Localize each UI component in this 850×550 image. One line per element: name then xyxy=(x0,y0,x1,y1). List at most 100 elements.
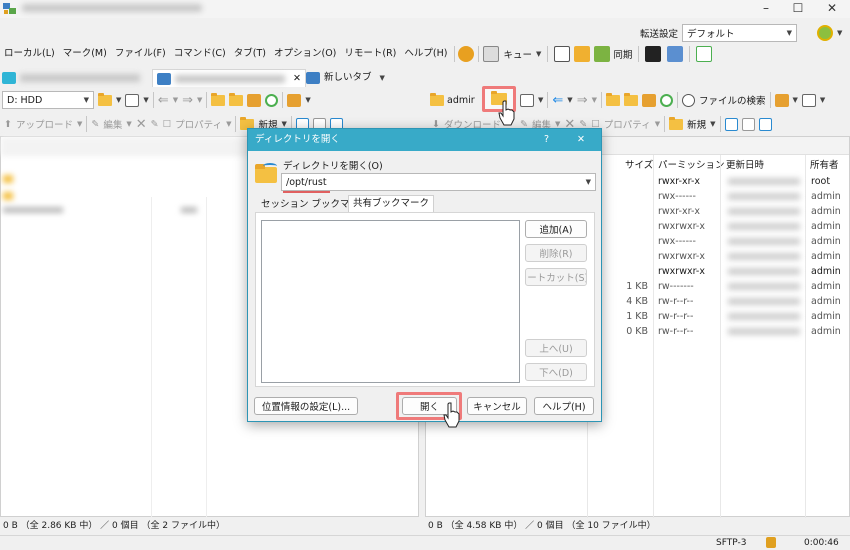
separator xyxy=(282,92,284,108)
column-modified[interactable]: 更新日時 xyxy=(726,157,764,171)
terminal-icon[interactable] xyxy=(645,46,662,62)
menu-help[interactable]: ヘルプ(H) xyxy=(400,44,451,64)
menu-options[interactable]: オプション(O) xyxy=(270,44,340,64)
search-icon[interactable] xyxy=(681,93,695,107)
window-title-blurred xyxy=(22,4,202,12)
column-size[interactable]: サイズ xyxy=(625,157,653,171)
refresh-icon[interactable] xyxy=(265,93,279,107)
right-toolbar-1: admir xyxy=(430,89,482,111)
new-folder-icon[interactable] xyxy=(669,116,684,130)
bookmark-list[interactable] xyxy=(261,220,520,383)
refresh-icon[interactable] xyxy=(659,93,673,107)
tree-icon[interactable] xyxy=(287,93,302,107)
upload-icon[interactable]: ⬆ xyxy=(4,119,12,130)
help-button[interactable]: ヘルプ(H) xyxy=(534,397,594,415)
cell-permissions: rwxrwxr-x xyxy=(658,221,705,232)
minimize-button[interactable]: – xyxy=(756,1,776,15)
separator xyxy=(638,46,640,62)
new-label[interactable]: 新規 xyxy=(687,117,706,131)
filter-icon[interactable] xyxy=(125,93,140,107)
menu-remote[interactable]: リモート(R) xyxy=(340,44,400,64)
separator xyxy=(676,92,678,108)
properties-label[interactable]: プロパティ xyxy=(175,117,222,131)
chevron-down-icon[interactable]: ▼ xyxy=(380,69,385,87)
root-folder-icon[interactable] xyxy=(623,92,638,106)
cancel-button[interactable]: キャンセル xyxy=(467,397,527,415)
tab-local[interactable] xyxy=(2,69,140,87)
rename-icon[interactable]: ✎ xyxy=(151,119,159,130)
parent-folder-icon[interactable] xyxy=(605,92,620,106)
directory-path-input[interactable]: /opt/rust ▼ xyxy=(281,173,596,191)
menu-file[interactable]: ファイル(F) xyxy=(111,44,170,64)
queue-label[interactable]: キュー xyxy=(503,47,532,61)
bottom-status-bar: SFTP-3 0:00:46 xyxy=(0,535,850,550)
right-toolbar-1b: ▼ ⇐ ▼ ⇒ ▼ ファイルの検索 ▼ ▼ xyxy=(520,89,825,111)
upload-label[interactable]: アップロード xyxy=(16,117,73,131)
cell-owner: root xyxy=(811,176,831,187)
transfer-label: 転送設定 xyxy=(640,29,679,40)
drive-select[interactable]: D: HDD ▼ xyxy=(2,91,94,109)
tree-icon[interactable] xyxy=(774,93,789,107)
gear-icon[interactable] xyxy=(458,46,475,62)
menu-mark[interactable]: マーク(M) xyxy=(59,44,111,64)
root-folder-icon[interactable] xyxy=(229,92,244,106)
menu-local[interactable]: ローカル(L) xyxy=(0,44,59,64)
dialog-close-button[interactable]: ✕ xyxy=(577,129,585,151)
dialog-help-button[interactable]: ? xyxy=(544,129,549,151)
folder-tab-icon xyxy=(2,72,16,84)
parent-folder-icon[interactable] xyxy=(211,92,226,106)
properties-icon[interactable]: ☐ xyxy=(163,119,172,130)
move-up-button[interactable]: 上へ(U) xyxy=(525,339,587,357)
transfer-settings-select[interactable]: デフォルト ▼ xyxy=(682,24,798,42)
chevron-down-icon[interactable]: ▼ xyxy=(837,29,842,37)
compare-icon[interactable] xyxy=(554,46,571,62)
delete-bookmark-button[interactable]: 削除(R) xyxy=(525,244,587,262)
back-icon[interactable]: ⇐ xyxy=(552,93,563,108)
lock-icon xyxy=(766,537,776,548)
queue-icon[interactable] xyxy=(483,46,500,62)
menu-command[interactable]: コマンド(C) xyxy=(170,44,230,64)
move-down-button[interactable]: 下へ(D) xyxy=(525,363,587,381)
open-directory-dialog: ディレクトリを開く ? ✕ ディレクトリを開く(O) /opt/rust ▼ セ… xyxy=(247,128,602,422)
tab-new[interactable]: 新しいタブ ▼ xyxy=(306,69,385,87)
forward-icon[interactable]: ⇒ xyxy=(577,93,588,108)
path-underline-annotation xyxy=(283,191,330,193)
view-icon[interactable] xyxy=(801,93,816,107)
edit-icon[interactable]: ✎ xyxy=(91,119,99,130)
location-settings-button[interactable]: 位置情報の設定(L)... xyxy=(254,397,358,415)
sync-label[interactable]: 同期 xyxy=(613,47,632,61)
maximize-button[interactable]: ☐ xyxy=(788,1,808,15)
chevron-down-icon[interactable]: ▼ xyxy=(536,50,541,58)
close-tab-icon[interactable]: ✕ xyxy=(293,70,301,88)
home-icon[interactable] xyxy=(247,93,262,107)
column-owner[interactable]: 所有者 xyxy=(810,157,839,171)
remote-path[interactable]: admir xyxy=(430,92,482,106)
sync-browse-icon[interactable] xyxy=(574,46,591,62)
putty-icon[interactable] xyxy=(667,46,684,62)
back-icon[interactable]: ⇐ xyxy=(158,93,169,108)
open-folder-icon[interactable] xyxy=(98,92,112,106)
forward-icon[interactable]: ⇒ xyxy=(182,93,193,108)
refresh-icon[interactable] xyxy=(696,46,713,62)
home-icon[interactable] xyxy=(641,93,656,107)
chevron-down-icon[interactable]: ▼ xyxy=(586,178,591,186)
column-permissions[interactable]: パーミッション xyxy=(658,157,725,171)
sync-icon[interactable] xyxy=(594,46,611,62)
close-window-button[interactable]: ✕ xyxy=(822,1,842,15)
minus-icon[interactable] xyxy=(741,117,755,131)
globe-icon[interactable] xyxy=(817,25,834,41)
shortcut-button[interactable]: ョートカット(S).. xyxy=(525,268,587,286)
select-icon[interactable] xyxy=(758,117,772,131)
edit-label[interactable]: 編集 xyxy=(103,117,122,131)
tab-shared-bookmarks[interactable]: 共有ブックマーク xyxy=(348,195,435,212)
plus-icon[interactable] xyxy=(724,117,738,131)
menu-tab[interactable]: タブ(T) xyxy=(230,44,270,64)
filter-icon[interactable] xyxy=(520,93,534,107)
properties-label[interactable]: プロパティ xyxy=(604,117,651,131)
tab-remote-active[interactable]: ✕ xyxy=(152,69,306,87)
separator xyxy=(478,46,480,62)
delete-icon[interactable]: ✕ xyxy=(136,117,147,132)
separator xyxy=(547,46,549,62)
find-files-label[interactable]: ファイルの検索 xyxy=(699,93,766,107)
add-bookmark-button[interactable]: 追加(A) xyxy=(525,220,587,238)
